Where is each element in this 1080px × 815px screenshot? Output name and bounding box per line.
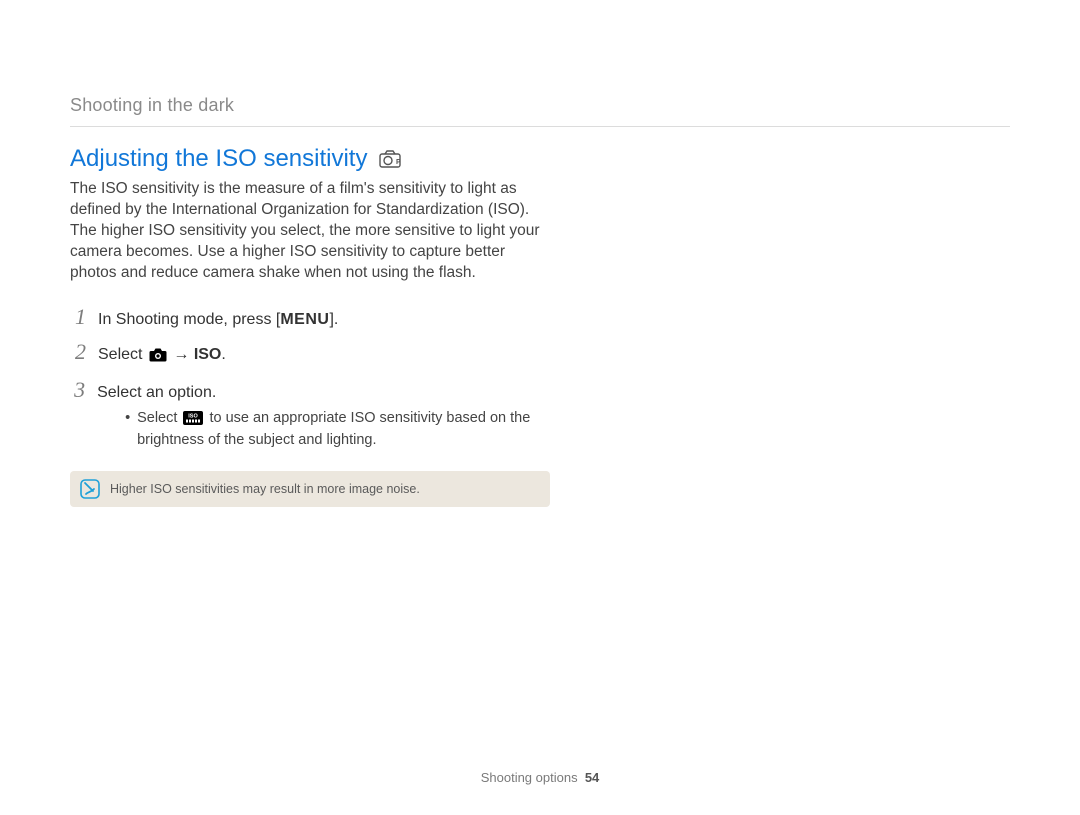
divider [70,126,1010,127]
note-text: Higher ISO sensitivities may result in m… [110,482,420,496]
note-icon [80,479,100,499]
step-sub-bullet: Select ISO to use an appropriate ISO sen… [125,409,550,451]
section-heading: Adjusting the ISO sensitivity [70,145,367,173]
step-text-post: . [221,346,225,363]
step-3: 3 Select an option. Select ISO [70,379,550,451]
step-text-pre: In Shooting mode, press [ [98,311,280,328]
breadcrumb: Shooting in the dark [70,95,1010,116]
step-text-pre: Select an option. [97,384,216,401]
step-body: In Shooting mode, press [MENU]. [98,309,338,331]
svg-text:P: P [396,159,401,166]
heading-row: Adjusting the ISO sensitivity P [70,145,1010,173]
step-body: Select → ISO. [98,344,226,369]
step-text-pre: Select [98,346,147,363]
page-number: 54 [585,770,599,785]
page-footer: Shooting options 54 [0,770,1080,785]
note-box: Higher ISO sensitivities may result in m… [70,471,550,507]
step-text-post: ]. [329,311,338,328]
footer-section: Shooting options [481,770,578,785]
menu-glyph-icon: MENU [280,311,329,328]
svg-text:ISO: ISO [189,413,199,419]
arrow-icon: → [169,346,194,363]
intro-paragraph: The ISO sensitivity is the measure of a … [70,179,540,284]
iso-label: ISO [194,346,222,363]
step-1: 1 In Shooting mode, press [MENU]. [70,306,550,331]
manual-page: Shooting in the dark Adjusting the ISO s… [0,0,1080,815]
camera-icon [149,347,167,369]
step-2: 2 Select → ISO. [70,341,550,369]
steps-list: 1 In Shooting mode, press [MENU]. 2 Sele… [70,306,550,451]
camera-p-icon: P [379,150,401,168]
step-number: 3 [70,379,85,401]
step-number: 2 [70,341,86,363]
bullet-pre: Select [137,410,181,426]
iso-auto-icon: ISO [183,411,203,432]
step-number: 1 [70,306,86,328]
step-body: Select an option. Select ISO to use an [97,382,550,451]
